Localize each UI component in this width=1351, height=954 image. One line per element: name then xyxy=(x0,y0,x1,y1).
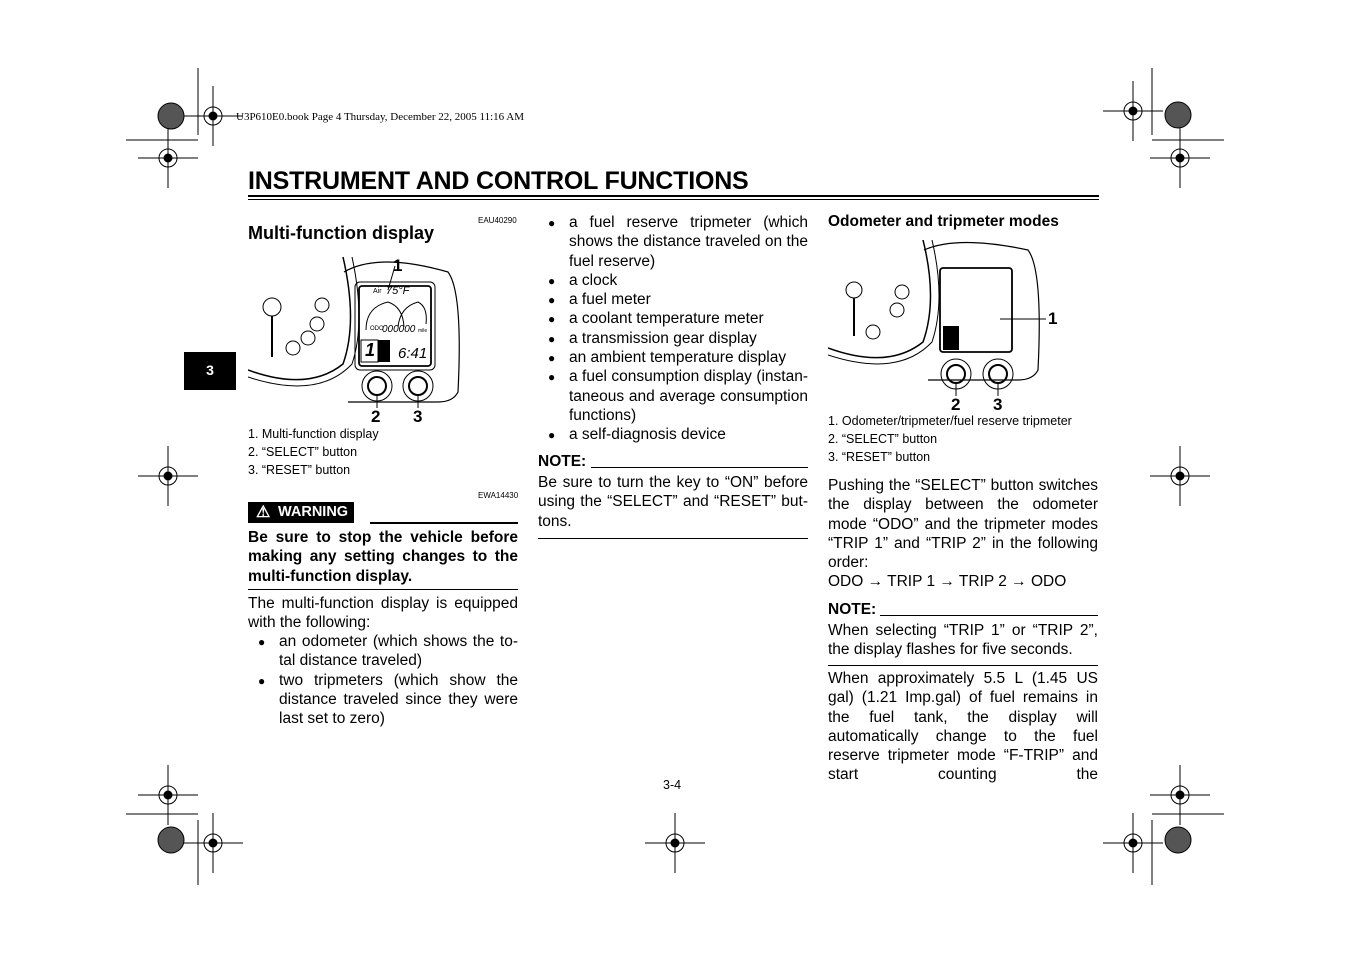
warning-code: EWA14430 xyxy=(478,491,519,500)
caption: 2. “SELECT” button xyxy=(248,445,358,459)
title-rule-thin xyxy=(248,199,1099,200)
caption: 3. “RESET” button xyxy=(248,463,351,477)
note-end-rule xyxy=(828,665,1098,666)
note-rule xyxy=(880,615,1098,616)
list-item: a fuel reserve tripmeter (which shows th… xyxy=(538,213,808,271)
callout-1: 1 xyxy=(1048,309,1058,328)
feature-list-continued: a fuel reserve tripmeter (which shows th… xyxy=(538,213,808,446)
list-item: a transmission gear display xyxy=(538,329,808,350)
title-rule xyxy=(248,195,1099,197)
list-item: a fuel meter xyxy=(538,290,808,311)
registration-target-icon xyxy=(138,446,198,506)
note-text: When selecting “TRIP 1” or “TRIP 2”, the… xyxy=(828,622,1098,659)
lcd-unit: mile xyxy=(418,328,428,334)
registration-target-icon xyxy=(645,813,705,873)
caption: 2. “SELECT” button xyxy=(828,432,938,446)
list-item: a coolant temperature meter xyxy=(538,309,808,330)
lcd-odo-value: 000000 xyxy=(382,324,416,335)
lcd-air-label: Air xyxy=(373,288,382,295)
color-dial-icon xyxy=(1164,101,1192,129)
color-dial-icon xyxy=(157,102,185,130)
callout-1: 1 xyxy=(393,256,403,275)
registration-target-icon xyxy=(1150,446,1210,506)
registration-target-icon xyxy=(1103,813,1163,873)
mode-order: ODO → TRIP 1 → TRIP 2 → ODO xyxy=(828,573,1067,590)
subsection-heading: Odometer and tripmeter modes xyxy=(828,213,1059,230)
warning-end-rule xyxy=(248,589,518,590)
caption: 1. Odometer/tripmeter/fuel reserve tripm… xyxy=(828,414,1072,428)
lcd-clock: 6:41 xyxy=(398,345,428,362)
caption: 3. “RESET” button xyxy=(828,450,931,464)
registration-target-icon xyxy=(138,765,198,825)
feature-list: an odometer (which shows the to-tal dist… xyxy=(248,632,518,728)
warning-badge: ⚠ WARNING xyxy=(248,502,355,523)
note-end-rule xyxy=(538,538,808,539)
intro-text: The multi-function display is equipped w… xyxy=(248,595,518,632)
warning-label: WARNING xyxy=(278,504,349,520)
note-label: NOTE: xyxy=(828,601,877,618)
list-item: an ambient temperature display xyxy=(538,348,808,369)
list-item: an odometer (which shows the to-tal dist… xyxy=(248,632,518,671)
manual-page: U3P610E0.book Page 4 Thursday, December … xyxy=(0,0,1351,954)
color-dial-icon xyxy=(157,826,185,854)
note-rule xyxy=(591,467,808,468)
odometer-illustration: 1 2 3 xyxy=(827,239,1068,415)
warning-rule xyxy=(370,522,518,524)
list-item: a self-diagnosis device xyxy=(538,425,808,446)
paragraph: When approximately 5.5 L (1.45 US gal) (… xyxy=(828,670,1098,784)
section-heading: Multi-function display xyxy=(248,223,434,243)
list-item: a fuel consumption display (instan-taneo… xyxy=(538,367,808,425)
figure-captions: 1. Multi-function display 2. “SELECT” bu… xyxy=(248,425,379,479)
page-title: INSTRUMENT AND CONTROL FUNCTIONS xyxy=(248,167,749,195)
registration-target-icon xyxy=(1150,765,1210,825)
note-label: NOTE: xyxy=(538,453,587,470)
figure-captions: 1. Odometer/tripmeter/fuel reserve tripm… xyxy=(828,412,1072,466)
paragraph: Pushing the “SELECT” button switches the… xyxy=(828,477,1098,572)
registration-target-icon xyxy=(1150,128,1210,188)
lcd-gear: 1 xyxy=(365,340,376,360)
registration-target-icon xyxy=(183,86,243,146)
instrument-illustration: Air 75°F ODO 000000 mile 1 6:41 1 2 3 xyxy=(247,252,463,428)
list-item: a clock xyxy=(538,271,808,292)
callout-2: 2 xyxy=(371,407,381,426)
list-item: two tripmeters (which show the distance … xyxy=(248,671,518,729)
book-info-header: U3P610E0.book Page 4 Thursday, December … xyxy=(236,111,525,123)
caption: 1. Multi-function display xyxy=(248,427,379,441)
registration-target-icon xyxy=(1103,81,1163,141)
chapter-tab: 3 xyxy=(184,352,236,390)
warning-triangle-icon: ⚠ xyxy=(256,504,271,521)
callout-3: 3 xyxy=(413,407,423,426)
color-dial-icon xyxy=(1164,826,1192,854)
registration-target-icon xyxy=(138,128,198,188)
warning-text: Be sure to stop the vehicle before makin… xyxy=(248,529,518,585)
note-text: Be sure to turn the key to “ON” before u… xyxy=(538,474,808,530)
lcd-temperature: 75°F xyxy=(386,285,410,297)
page-number: 3-4 xyxy=(663,778,682,792)
registration-target-icon xyxy=(183,813,243,873)
section-code: EAU40290 xyxy=(478,216,517,225)
